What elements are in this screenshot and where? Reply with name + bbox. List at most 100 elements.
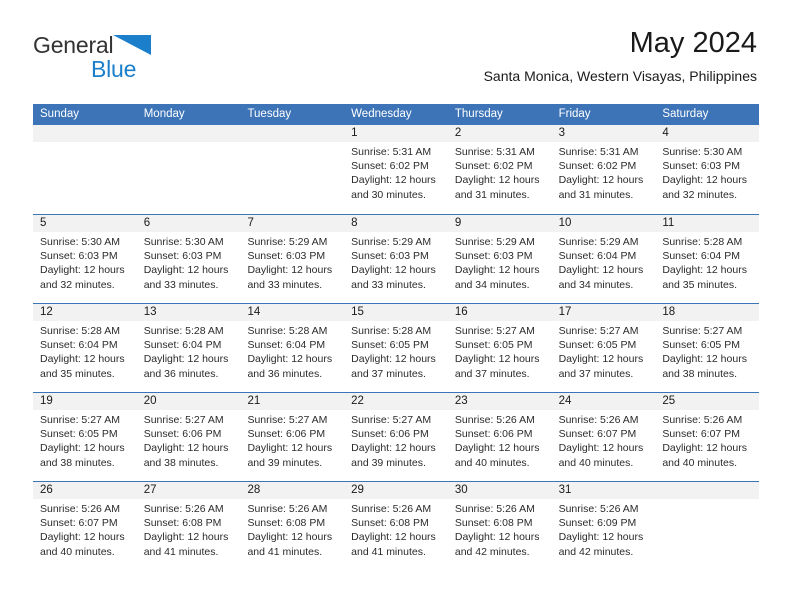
calendar-day-cell[interactable]: 4 Sunrise: 5:30 AM Sunset: 6:03 PM Daylight… (655, 125, 760, 214)
calendar-day-cell[interactable]: 3 Sunrise: 5:31 AM Sunset: 6:02 PM Daylight… (551, 125, 656, 214)
calendar-day-cell[interactable]: 6 Sunrise: 5:30 AM Sunset: 6:03 PM Daylight… (136, 215, 241, 303)
day-number: 13 (136, 304, 241, 321)
day-number: 11 (655, 215, 760, 232)
day-detail-sunrise: Sunrise: 5:31 AM (558, 146, 639, 158)
day-detail-daylight-line2: and 41 minutes. (143, 545, 219, 558)
day-number (240, 125, 345, 142)
day-detail-sunrise: Sunrise: 5:29 AM (351, 236, 432, 248)
day-detail-sunrise: Sunrise: 5:27 AM (662, 325, 743, 337)
calendar-day-cell[interactable]: 18 Sunrise: 5:27 AM Sunset: 6:05 PM Dayligh… (655, 304, 760, 392)
calendar-week-row: 26 Sunrise: 5:26 AM Sunset: 6:07 PM Dayligh… (33, 481, 760, 570)
day-detail-sunset: Sunset: 6:04 PM (40, 339, 118, 352)
calendar-day-cell[interactable]: 27 Sunrise: 5:26 AM Sunset: 6:08 PM Dayligh… (136, 482, 241, 570)
calendar-day-cell[interactable]: 21 Sunrise: 5:27 AM Sunset: 6:06 PM Dayligh… (240, 393, 345, 481)
day-detail-daylight-line2: and 42 minutes. (454, 545, 530, 558)
weekday-header-thursday: Thursday (454, 108, 503, 120)
calendar-day-cell[interactable]: 7 Sunrise: 5:29 AM Sunset: 6:03 PM Daylight… (240, 215, 345, 303)
day-details: Sunrise: 5:27 AM Sunset: 6:06 PM Daylight:… (240, 410, 344, 470)
day-details: Sunrise: 5:27 AM Sunset: 6:05 PM Daylight:… (33, 410, 137, 470)
day-detail-daylight-line2: and 39 minutes. (247, 456, 323, 469)
day-detail-daylight-line2: and 38 minutes. (143, 456, 219, 469)
day-detail-sunrise: Sunrise: 5:26 AM (247, 503, 328, 515)
day-detail-daylight-line1: Daylight: 12 hours (351, 442, 436, 455)
day-detail-sunset: Sunset: 6:03 PM (40, 250, 118, 263)
day-detail-daylight-line2: and 32 minutes. (662, 188, 738, 201)
calendar-week-row: 19 Sunrise: 5:27 AM Sunset: 6:05 PM Dayligh… (33, 392, 760, 481)
day-detail-daylight-line1: Daylight: 12 hours (351, 264, 436, 277)
weekday-header-tuesday: Tuesday (247, 108, 292, 120)
day-number: 22 (344, 393, 448, 410)
calendar-day-cell[interactable]: 28 Sunrise: 5:26 AM Sunset: 6:08 PM Dayligh… (240, 482, 345, 570)
day-detail-daylight-line1: Daylight: 12 hours (351, 174, 436, 187)
day-detail-sunrise: Sunrise: 5:30 AM (143, 236, 224, 248)
calendar-day-cell[interactable]: 23 Sunrise: 5:26 AM Sunset: 6:06 PM Dayligh… (447, 393, 552, 481)
day-detail-sunset: Sunset: 6:08 PM (143, 517, 222, 530)
brand-logo-top: General (33, 32, 283, 58)
day-detail-daylight-line2: and 33 minutes. (247, 278, 323, 291)
calendar-day-cell[interactable]: 24 Sunrise: 5:26 AM Sunset: 6:07 PM Dayligh… (551, 393, 656, 481)
calendar-day-cell[interactable]: 5 Sunrise: 5:30 AM Sunset: 6:03 PM Daylight… (33, 215, 137, 303)
day-detail-sunset: Sunset: 6:06 PM (247, 428, 326, 441)
calendar-day-cell[interactable]: 20 Sunrise: 5:27 AM Sunset: 6:06 PM Dayligh… (136, 393, 241, 481)
day-details: Sunrise: 5:26 AM Sunset: 6:08 PM Daylight:… (448, 499, 552, 559)
day-number: 3 (551, 125, 656, 142)
calendar-day-cell[interactable]: 16 Sunrise: 5:27 AM Sunset: 6:05 PM Dayligh… (447, 304, 552, 392)
day-detail-sunrise: Sunrise: 5:28 AM (662, 236, 743, 248)
day-details: Sunrise: 5:28 AM Sunset: 6:04 PM Daylight:… (240, 321, 344, 381)
calendar-day-cell[interactable]: 12 Sunrise: 5:28 AM Sunset: 6:04 PM Dayligh… (33, 304, 137, 392)
calendar-day-cell[interactable]: 17 Sunrise: 5:27 AM Sunset: 6:05 PM Dayligh… (551, 304, 656, 392)
calendar-weeks: 1 Sunrise: 5:31 AM Sunset: 6:02 PM Daylight… (33, 125, 760, 570)
day-details: Sunrise: 5:29 AM Sunset: 6:03 PM Daylight:… (240, 232, 344, 292)
day-detail-sunset: Sunset: 6:06 PM (351, 428, 429, 441)
day-detail-daylight-line1: Daylight: 12 hours (662, 353, 747, 366)
calendar-day-cell[interactable]: 11 Sunrise: 5:28 AM Sunset: 6:04 PM Dayligh… (655, 215, 760, 303)
day-detail-daylight-line1: Daylight: 12 hours (454, 531, 540, 544)
day-number: 25 (655, 393, 760, 410)
day-detail-daylight-line2: and 41 minutes. (351, 545, 426, 558)
calendar-day-cell[interactable]: 10 Sunrise: 5:29 AM Sunset: 6:04 PM Dayligh… (551, 215, 656, 303)
brand-logo[interactable]: General Blue (33, 32, 283, 88)
day-detail-daylight-line2: and 33 minutes. (351, 278, 426, 291)
day-detail-sunset: Sunset: 6:03 PM (662, 160, 740, 173)
day-number: 30 (447, 482, 552, 499)
day-detail-daylight-line2: and 40 minutes. (558, 456, 634, 469)
calendar-day-cell[interactable]: 13 Sunrise: 5:28 AM Sunset: 6:04 PM Dayligh… (136, 304, 241, 392)
day-detail-daylight-line2: and 41 minutes. (247, 545, 323, 558)
day-detail-daylight-line1: Daylight: 12 hours (247, 353, 333, 366)
calendar-week-row: 1 Sunrise: 5:31 AM Sunset: 6:02 PM Daylight… (33, 125, 760, 214)
day-number: 6 (136, 215, 241, 232)
day-detail-sunset: Sunset: 6:07 PM (40, 517, 118, 530)
weekday-header-saturday: Saturday (662, 108, 709, 120)
day-details: Sunrise: 5:28 AM Sunset: 6:04 PM Daylight:… (33, 321, 137, 381)
day-detail-daylight-line2: and 35 minutes. (40, 367, 115, 380)
day-detail-daylight-line1: Daylight: 12 hours (40, 264, 125, 277)
calendar-day-cell[interactable]: 29 Sunrise: 5:26 AM Sunset: 6:08 PM Dayligh… (344, 482, 448, 570)
day-detail-sunrise: Sunrise: 5:29 AM (558, 236, 639, 248)
calendar-day-cell[interactable]: 2 Sunrise: 5:31 AM Sunset: 6:02 PM Daylight… (447, 125, 552, 214)
day-detail-daylight-line2: and 32 minutes. (40, 278, 115, 291)
day-number: 2 (447, 125, 552, 142)
calendar-day-cell[interactable]: 30 Sunrise: 5:26 AM Sunset: 6:08 PM Dayligh… (447, 482, 552, 570)
day-detail-daylight-line2: and 36 minutes. (143, 367, 219, 380)
day-detail-sunset: Sunset: 6:05 PM (351, 339, 429, 352)
calendar-day-cell[interactable]: 8 Sunrise: 5:29 AM Sunset: 6:03 PM Daylight… (344, 215, 448, 303)
calendar-day-cell[interactable]: 31 Sunrise: 5:26 AM Sunset: 6:09 PM Dayligh… (551, 482, 656, 570)
calendar-day-cell[interactable]: 15 Sunrise: 5:28 AM Sunset: 6:05 PM Dayligh… (344, 304, 448, 392)
day-detail-daylight-line2: and 37 minutes. (558, 367, 634, 380)
brand-name-general: General (33, 32, 114, 58)
day-detail-sunset: Sunset: 6:03 PM (143, 250, 222, 263)
page-header: General Blue May 2024 Santa Monica, West… (33, 26, 757, 96)
calendar-day-cell-empty (655, 482, 760, 570)
calendar-day-cell[interactable]: 1 Sunrise: 5:31 AM Sunset: 6:02 PM Daylight… (344, 125, 448, 214)
calendar-day-cell[interactable]: 14 Sunrise: 5:28 AM Sunset: 6:04 PM Dayligh… (240, 304, 345, 392)
day-detail-sunrise: Sunrise: 5:28 AM (143, 325, 224, 337)
day-detail-sunset: Sunset: 6:04 PM (143, 339, 222, 352)
day-detail-daylight-line1: Daylight: 12 hours (662, 264, 747, 277)
calendar-day-cell[interactable]: 19 Sunrise: 5:27 AM Sunset: 6:05 PM Dayligh… (33, 393, 137, 481)
calendar-day-cell[interactable]: 9 Sunrise: 5:29 AM Sunset: 6:03 PM Daylight… (447, 215, 552, 303)
calendar-day-cell[interactable]: 22 Sunrise: 5:27 AM Sunset: 6:06 PM Dayligh… (344, 393, 448, 481)
calendar-day-cell[interactable]: 26 Sunrise: 5:26 AM Sunset: 6:07 PM Dayligh… (33, 482, 137, 570)
brand-name-blue: Blue (91, 56, 137, 82)
day-details: Sunrise: 5:31 AM Sunset: 6:02 PM Daylight:… (344, 142, 448, 202)
calendar-day-cell[interactable]: 25 Sunrise: 5:26 AM Sunset: 6:07 PM Dayligh… (655, 393, 760, 481)
